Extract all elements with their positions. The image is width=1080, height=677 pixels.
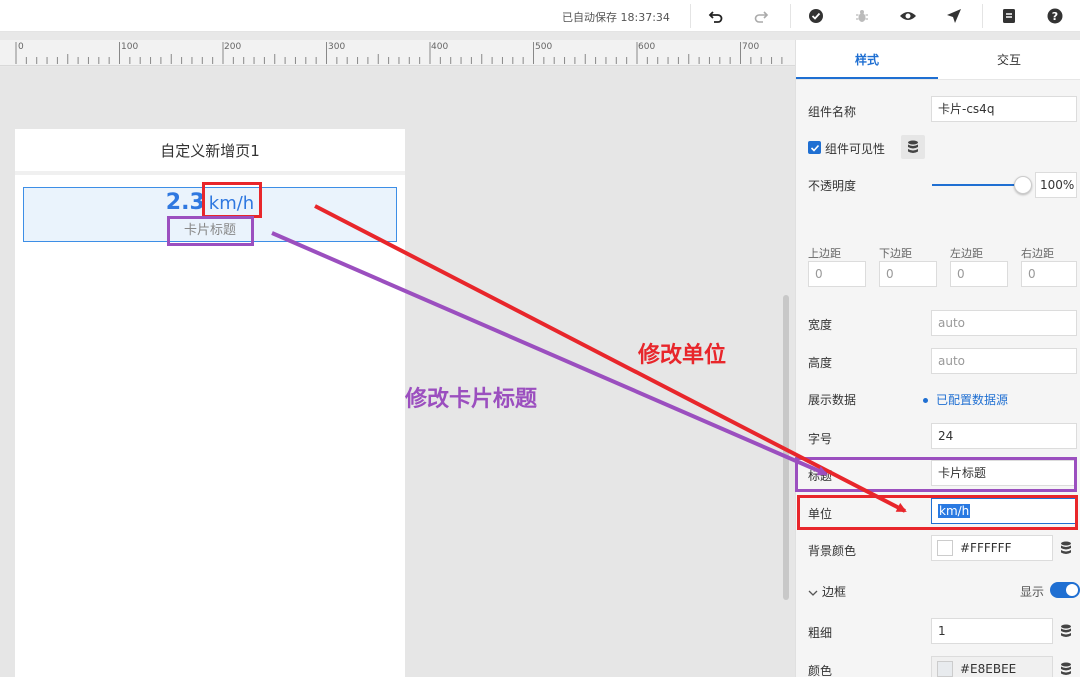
margin-right-label: 右边距 <box>1021 247 1054 260</box>
border-width-input[interactable]: 1 <box>931 618 1053 644</box>
title-field-highlight-box <box>795 457 1077 492</box>
ruler-label: 600 <box>638 42 656 52</box>
border-show-label: 显示 <box>1020 585 1045 599</box>
database-icon <box>1061 662 1071 675</box>
border-color-data-button[interactable] <box>1054 657 1078 677</box>
status-dot <box>923 398 928 403</box>
document-icon <box>1003 9 1015 23</box>
database-icon <box>908 140 918 153</box>
canvas-scrollbar[interactable] <box>783 295 789 600</box>
margin-bottom-input[interactable]: 0 <box>879 261 937 287</box>
undo-icon <box>708 11 723 23</box>
page-title: 自定义新增页1 <box>15 129 405 175</box>
send-icon <box>947 9 961 23</box>
unit-highlight-box <box>202 182 262 218</box>
document-button[interactable] <box>998 5 1020 27</box>
border-width-data-button[interactable] <box>1054 619 1078 643</box>
unit-field-highlight-box <box>797 495 1078 530</box>
margin-top-label: 上边距 <box>808 247 841 260</box>
ruler-label: 200 <box>224 42 242 52</box>
margin-top-input[interactable]: 0 <box>808 261 866 287</box>
data-source-label: 展示数据 <box>808 393 857 407</box>
preview-button[interactable] <box>897 5 919 27</box>
component-name-label: 组件名称 <box>808 105 857 119</box>
toolbar-divider <box>690 4 691 28</box>
bg-color-data-button[interactable] <box>1054 536 1078 560</box>
annotation-title-label: 修改卡片标题 <box>405 387 538 412</box>
check-circle-icon <box>809 9 823 23</box>
border-width-label: 粗细 <box>808 626 833 640</box>
ruler-label: 100 <box>121 42 139 52</box>
ruler-label: 0 <box>18 42 24 52</box>
card-value: 2.3 <box>165 190 205 215</box>
panel-tabs: 样式 交互 <box>796 40 1080 80</box>
property-panel: 样式 交互 组件名称 卡片-cs4q 组件可见性 不透明度 100% 上边距 下… <box>795 40 1080 677</box>
border-color-label: 颜色 <box>808 664 833 677</box>
help-button[interactable]: ? <box>1044 5 1066 27</box>
visibility-label: 组件可见性 <box>825 142 886 156</box>
height-input[interactable]: auto <box>931 348 1077 374</box>
opacity-label: 不透明度 <box>808 179 857 193</box>
ruler-label: 500 <box>535 42 553 52</box>
ruler-label: 300 <box>328 42 346 52</box>
chevron-down-icon <box>808 590 818 596</box>
width-input[interactable]: auto <box>931 310 1077 336</box>
title-highlight-box <box>167 216 254 246</box>
visibility-checkbox[interactable] <box>808 141 821 154</box>
bug-icon <box>856 10 868 22</box>
bg-color-swatch[interactable] <box>937 540 953 556</box>
font-size-label: 字号 <box>808 432 833 446</box>
margin-left-input[interactable]: 0 <box>950 261 1008 287</box>
ruler-label: 700 <box>742 42 760 52</box>
eye-icon <box>900 12 916 20</box>
publish-button[interactable] <box>943 5 965 27</box>
visibility-data-button[interactable] <box>901 135 925 159</box>
margin-right-input[interactable]: 0 <box>1021 261 1077 287</box>
toolbar-divider <box>982 4 983 28</box>
border-show-toggle[interactable] <box>1050 582 1080 598</box>
database-icon <box>1061 624 1071 637</box>
opacity-slider-handle[interactable] <box>1014 176 1032 194</box>
svg-text:?: ? <box>1052 10 1058 23</box>
border-section-header[interactable]: 边框 <box>808 583 846 600</box>
horizontal-ruler: 0 100 200 300 400 500 600 700 <box>0 40 795 66</box>
toolbar-divider <box>790 4 791 28</box>
undo-button[interactable] <box>705 5 727 27</box>
data-source-link[interactable]: 已配置数据源 <box>923 391 1008 408</box>
validate-button[interactable] <box>805 5 827 27</box>
margin-left-label: 左边距 <box>950 247 983 260</box>
border-color-swatch[interactable] <box>937 661 953 677</box>
font-size-input[interactable]: 24 <box>931 423 1077 449</box>
tab-interaction[interactable]: 交互 <box>938 40 1080 79</box>
redo-button[interactable] <box>750 5 772 27</box>
autosave-status: 已自动保存 18:37:34 <box>562 11 670 24</box>
margin-bottom-label: 下边距 <box>879 247 912 260</box>
width-label: 宽度 <box>808 318 833 332</box>
ruler-label: 400 <box>431 42 449 52</box>
border-section-label: 边框 <box>822 585 847 599</box>
top-toolbar: 已自动保存 18:37:34 ? <box>0 0 1080 32</box>
height-label: 高度 <box>808 356 833 370</box>
annotation-unit-label: 修改单位 <box>638 343 727 368</box>
database-icon <box>1061 541 1071 554</box>
check-icon <box>810 144 819 152</box>
opacity-slider-track[interactable] <box>932 184 1018 186</box>
bg-color-label: 背景颜色 <box>808 544 857 558</box>
debug-button[interactable] <box>851 5 873 27</box>
redo-icon <box>754 11 769 23</box>
help-icon: ? <box>1047 8 1063 24</box>
design-canvas[interactable]: 自定义新增页1 2.3 km/h 卡片标题 <box>0 67 795 677</box>
opacity-input[interactable]: 100% <box>1035 172 1077 198</box>
tab-style[interactable]: 样式 <box>796 40 938 79</box>
component-name-input[interactable]: 卡片-cs4q <box>931 96 1077 122</box>
data-source-value: 已配置数据源 <box>936 393 1009 407</box>
